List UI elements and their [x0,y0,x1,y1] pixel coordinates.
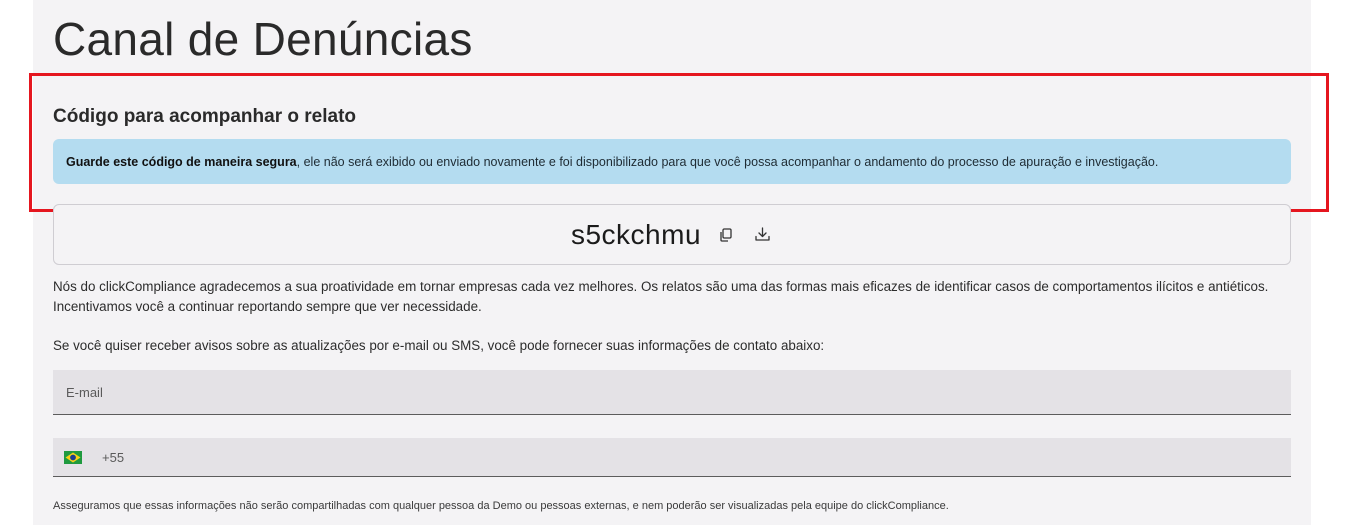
phone-field-container: +55 [53,438,1291,477]
tracking-code: s5ckchmu [570,218,702,250]
brazil-flag-icon[interactable] [64,450,82,464]
page-title: Canal de Denúncias [53,13,473,65]
phone-field[interactable] [124,449,1291,465]
tracking-code-box: s5ckchmu [53,204,1291,265]
notice-text: Guarde este código de maneira segura, el… [66,155,1158,169]
notice-bold-text: Guarde este código de maneira segura [66,154,297,169]
privacy-footnote: Asseguramos que essas informações não se… [53,500,949,512]
thanks-paragraph: Nós do clickCompliance agradecemos a sua… [53,279,1269,294]
email-field[interactable] [53,384,1291,400]
dial-code: +55 [102,449,125,465]
secure-code-notice: Guarde este código de maneira segura, el… [53,139,1291,184]
encourage-paragraph: Incentivamos você a continuar reportando… [53,299,482,314]
download-icon[interactable] [751,224,773,246]
email-field-container [53,370,1291,415]
code-section-title: Código para acompanhar o relato [53,106,356,127]
notice-rest-text: , ele não será exibido ou enviado novame… [296,154,1159,169]
copy-icon[interactable] [715,224,737,246]
contact-prompt: Se você quiser receber avisos sobre as a… [53,338,825,353]
